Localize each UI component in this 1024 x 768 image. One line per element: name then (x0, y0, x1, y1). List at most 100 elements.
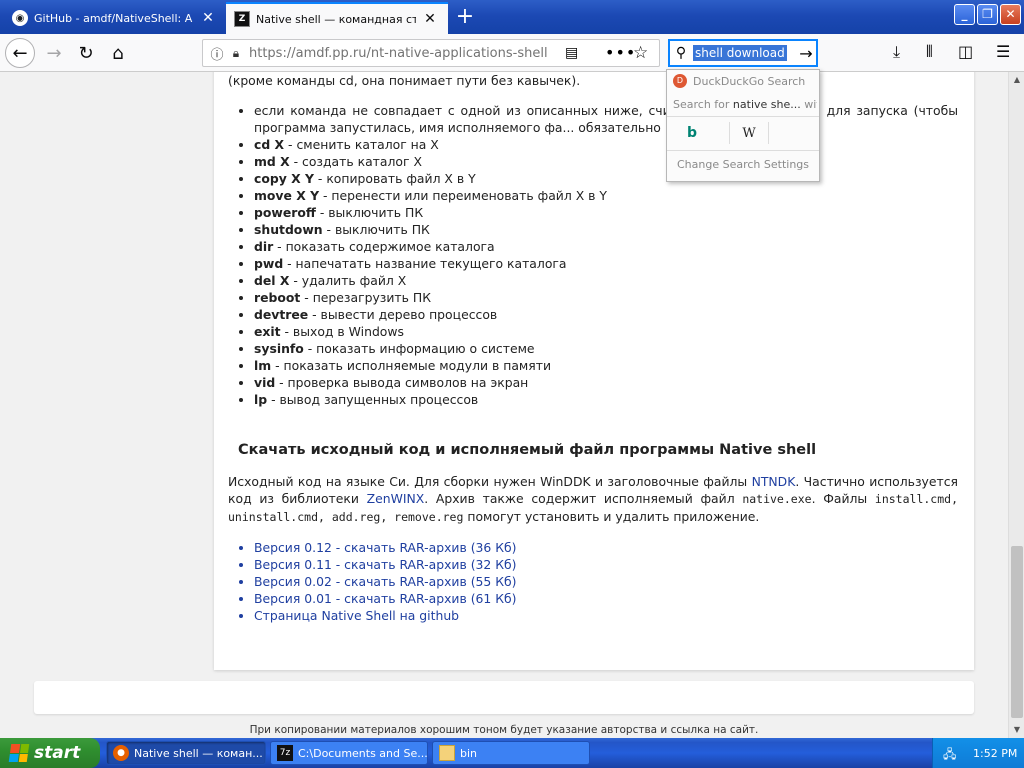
para-text: . Архив также содержит исполняемый файл (424, 491, 743, 506)
start-label: start (34, 743, 81, 763)
back-arrow-icon[interactable]: ← (5, 38, 35, 68)
new-tab-icon[interactable]: + (452, 4, 478, 30)
search-icon: ⚲ (675, 45, 687, 61)
bookmark-star-icon[interactable]: ☆ (633, 43, 648, 63)
download-heading: Скачать исходный код и исполняемый файл … (238, 442, 817, 458)
url-bar[interactable]: ⓘ 🔒︎ https://amdf.pp.ru/nt-native-applic… (202, 39, 660, 67)
bing-search-button[interactable]: b (679, 122, 705, 144)
search-for-suffix: with: (804, 98, 817, 111)
taskbar-item-7zip[interactable]: 7z C:\Documents and Se... (270, 741, 428, 765)
change-search-settings-button[interactable]: Change Search Settings (667, 158, 819, 171)
engine-name: DuckDuckGo Search (693, 74, 806, 88)
code-filename: native.exe (742, 492, 812, 506)
wikipedia-icon: W (742, 125, 756, 141)
intro-text: (кроме команды cd, она понимает пути без… (228, 73, 581, 88)
download-link-0-02[interactable]: Версия 0.02 - скачать RAR-архив (55 Кб) (254, 574, 517, 589)
close-icon[interactable]: ✕ (200, 10, 216, 26)
reader-view-icon[interactable]: ▤ (565, 45, 578, 61)
tab-bar: ◉ GitHub - amdf/NativeShell: A shell ✕ Z… (0, 0, 1024, 34)
download-icon[interactable]: ⤓ (893, 42, 900, 62)
github-icon: ◉ (12, 10, 28, 26)
command-desc: - перезагрузить ПК (300, 290, 432, 305)
maximize-icon[interactable]: ❐ (977, 4, 998, 25)
command-desc: - удалить файл X (289, 273, 407, 288)
library-icon[interactable]: ⫴ (926, 42, 933, 62)
github-page-link[interactable]: Страница Native Shell на github (254, 608, 459, 623)
divider (667, 116, 819, 117)
scroll-thumb[interactable] (1011, 546, 1023, 718)
system-tray: 🖧 1:52 PM (932, 738, 1024, 768)
list-item: Версия 0.01 - скачать RAR-архив (61 Кб) (254, 590, 754, 607)
start-button[interactable]: start (0, 738, 100, 768)
current-search-engine[interactable]: D DuckDuckGo Search (673, 74, 805, 88)
list-item: pwd - напечатать название текущего катал… (254, 255, 958, 272)
list-item: del X - удалить файл X (254, 272, 958, 289)
ntndk-link[interactable]: NTNDK (752, 474, 796, 489)
zenwinx-link[interactable]: ZenWINX (367, 491, 425, 506)
para-text: . Файлы (811, 491, 875, 506)
command-name: exit (254, 324, 281, 339)
list-item: copy X Y - копировать файл X в Y (254, 170, 958, 187)
url-text[interactable]: https://amdf.pp.ru/nt-native-application… (249, 46, 549, 61)
list-item: Версия 0.11 - скачать RAR-архив (32 Кб) (254, 556, 754, 573)
command-desc: - показать информацию о системе (303, 341, 535, 356)
command-name: devtree (254, 307, 309, 322)
content-card: (кроме команды cd, она понимает пути без… (214, 72, 974, 670)
search-input[interactable]: ⚲ shell download → (668, 39, 818, 67)
download-link-0-01[interactable]: Версия 0.01 - скачать RAR-архив (61 Кб) (254, 591, 517, 606)
list-item: Версия 0.02 - скачать RAR-архив (55 Кб) (254, 573, 754, 590)
search-for-line: Search for native she... with: (673, 98, 817, 111)
reload-icon[interactable]: ↻ (72, 39, 100, 67)
tab-label: Native shell — командная строка (256, 12, 416, 26)
command-name: copy X Y (254, 171, 314, 186)
windows-logo-icon (8, 744, 30, 762)
list-item: Версия 0.12 - скачать RAR-архив (36 Кб) (254, 539, 754, 556)
command-desc: - выключить ПК (322, 222, 430, 237)
search-query-text[interactable]: shell download (693, 45, 787, 61)
list-item: shutdown - выключить ПК (254, 221, 958, 238)
list-item: sysinfo - показать информацию о системе (254, 340, 958, 357)
task-label: bin (460, 746, 478, 760)
taskbar-item-folder[interactable]: bin (432, 741, 590, 765)
vertical-scrollbar[interactable]: ▲ ▼ (1008, 72, 1024, 738)
command-name: shutdown (254, 222, 323, 237)
sidebar-icon[interactable]: ◫ (958, 42, 973, 61)
page-actions-icon[interactable]: ••• (605, 43, 636, 62)
command-name: lm (254, 358, 272, 373)
minimize-icon[interactable]: _ (954, 4, 975, 25)
command-desc: - вывод запущенных процессов (267, 392, 479, 407)
wikipedia-search-button[interactable]: W (729, 122, 769, 144)
close-icon[interactable]: ✕ (422, 11, 438, 27)
search-for-prefix: Search for (673, 98, 730, 111)
info-icon[interactable]: ⓘ (207, 44, 227, 63)
search-suggestion-popup: D DuckDuckGo Search Search for native sh… (666, 69, 820, 182)
home-icon[interactable]: ⌂ (104, 39, 132, 67)
hamburger-menu-icon[interactable]: ☰ (996, 42, 1010, 61)
list-item: cd X - сменить каталог на X (254, 136, 958, 153)
command-name: dir (254, 239, 274, 254)
tab-github[interactable]: ◉ GitHub - amdf/NativeShell: A shell ✕ (4, 2, 224, 34)
command-name: move X Y (254, 188, 320, 203)
download-link-0-12[interactable]: Версия 0.12 - скачать RAR-архив (36 Кб) (254, 540, 517, 555)
scroll-up-icon[interactable]: ▲ (1009, 72, 1024, 88)
tab-native-shell[interactable]: Z Native shell — командная строка ✕ (226, 2, 448, 34)
download-link-0-11[interactable]: Версия 0.11 - скачать RAR-архив (32 Кб) (254, 557, 517, 572)
forward-arrow-icon[interactable]: → (40, 39, 68, 67)
go-arrow-icon[interactable]: → (795, 44, 817, 63)
list-item: reboot - перезагрузить ПК (254, 289, 958, 306)
clock: 1:52 PM (973, 746, 1018, 760)
list-item: devtree - вывести дерево процессов (254, 306, 958, 323)
network-icon[interactable]: 🖧 (943, 745, 959, 761)
command-desc: - выход в Windows (280, 324, 404, 339)
lock-icon[interactable]: 🔒︎ (227, 46, 245, 61)
list-item: Страница Native Shell на github (254, 607, 754, 624)
7zip-icon: 7z (277, 745, 293, 761)
command-name: sysinfo (254, 341, 304, 356)
close-window-icon[interactable]: ✕ (1000, 4, 1021, 25)
command-desc: - создать каталог X (289, 154, 422, 169)
command-desc: - показать исполняемые модули в памяти (271, 358, 552, 373)
task-label: Native shell — коман... (134, 746, 263, 760)
taskbar-item-browser[interactable]: ● Native shell — коман... (106, 741, 266, 765)
search-for-query: native she... (732, 98, 801, 111)
scroll-down-icon[interactable]: ▼ (1009, 722, 1024, 738)
